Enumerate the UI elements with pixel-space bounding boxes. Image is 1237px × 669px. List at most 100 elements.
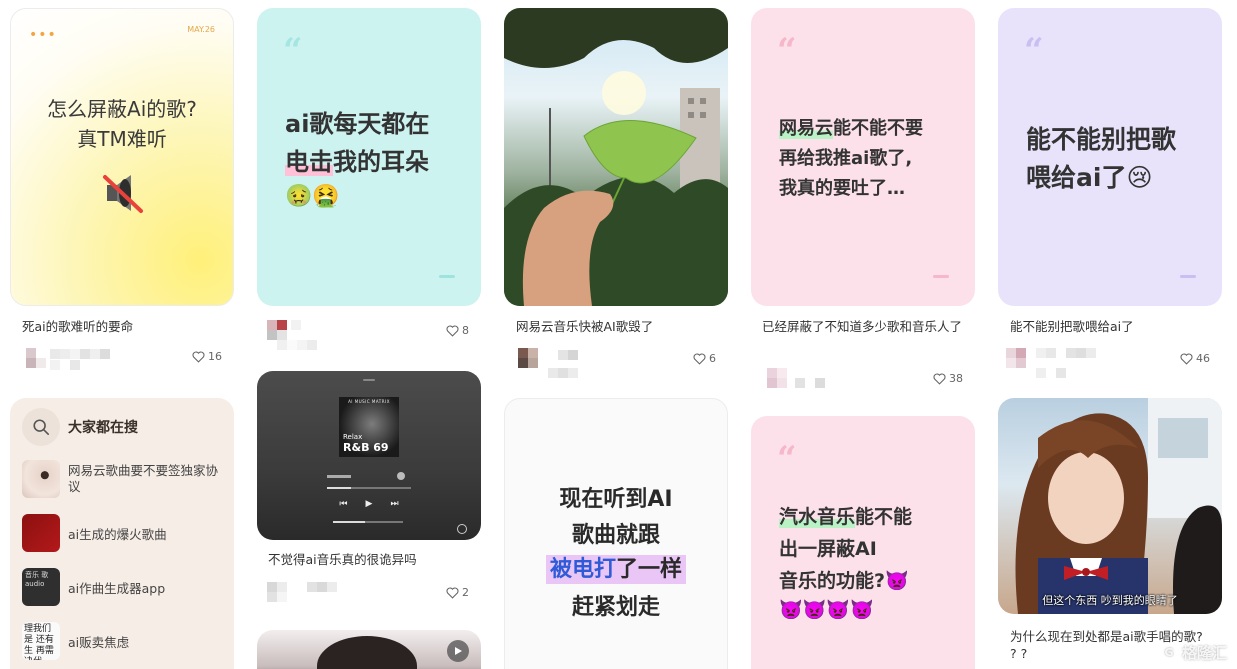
card-headline-line4: 赶紧划走	[571, 595, 660, 620]
quote-icon: “	[777, 31, 796, 71]
post-card-qishui-music[interactable]: “ 汽水音乐能不能 出一屏蔽AI 音乐的功能?👿 👿👿👿👿	[751, 416, 975, 669]
author-name[interactable]	[795, 378, 825, 388]
suggestion-thumbnail: 音乐 歌 audio	[22, 568, 60, 606]
post-card-dont-feed-ai[interactable]: “ 能不能别把歌 喂给ai了😢	[998, 8, 1222, 306]
post-card-netease-stop[interactable]: “ 网易云能不能不要 再给我推ai歌了, 我真的要吐了…	[751, 8, 975, 306]
drama-scene	[1015, 398, 1222, 614]
next-icon[interactable]: ⏭	[390, 499, 398, 509]
author-name[interactable]	[307, 582, 337, 592]
heart-icon	[693, 352, 706, 365]
card-headline-line2: 再给我推ai歌了,	[779, 148, 913, 169]
suggestion-label: 网易云歌曲要不要签独家协议	[68, 463, 219, 494]
card-headline-line1: ai歌每天都在	[285, 110, 430, 138]
search-suggestion-item[interactable]: ai生成的爆火歌曲	[22, 514, 167, 552]
card-headline-line1: 网易云能不能不要	[779, 118, 923, 139]
post-title[interactable]: 能不能别把歌喂给ai了	[1010, 318, 1134, 335]
post-card-electric-shock[interactable]: 现在听到AI 歌曲就跟 被电打了一样 赶紧划走	[504, 398, 728, 669]
angry-emoji-icon: 👿👿👿👿	[779, 599, 874, 621]
avatar[interactable]	[767, 368, 787, 388]
author-name[interactable]	[291, 320, 311, 330]
post-card-ginkgo-photo[interactable]	[504, 8, 728, 306]
like-button[interactable]: 6	[693, 352, 716, 365]
search-heading: 大家都在搜	[68, 420, 138, 436]
divider	[933, 275, 949, 278]
previous-icon[interactable]: ⏮	[339, 499, 347, 509]
card-headline-line1: 现在听到AI	[559, 487, 673, 512]
like-count: 16	[208, 350, 222, 363]
avatar[interactable]	[518, 348, 538, 368]
queue-icon[interactable]	[457, 524, 467, 534]
volume-bar[interactable]	[333, 521, 403, 523]
play-icon[interactable]: ▶	[366, 499, 373, 509]
suggestion-thumbnail: 理我们是 还有生 再需决代	[22, 622, 60, 660]
avatar[interactable]	[26, 348, 46, 368]
card-headline-line3: 音乐的功能?👿	[779, 570, 909, 592]
track-info	[327, 475, 351, 478]
like-button[interactable]: 2	[446, 586, 469, 599]
card-date: MAY.26	[187, 25, 215, 34]
like-button[interactable]: 16	[192, 350, 222, 363]
search-suggestion-item[interactable]: 理我们是 还有生 再需决代 ai贩卖焦虑	[22, 622, 129, 660]
heart-icon	[446, 324, 459, 337]
author-name-extra	[277, 340, 317, 350]
divider	[439, 275, 455, 278]
like-button[interactable]: 8	[446, 324, 469, 337]
post-card-music-player[interactable]: AI MUSIC MATRIX Relax R&B 69 ⏮ ▶ ⏭	[257, 371, 481, 540]
progress-bar[interactable]	[327, 487, 411, 489]
suggestion-label: ai生成的爆火歌曲	[68, 526, 167, 542]
search-suggestions-panel: 大家都在搜 网易云歌曲要不要签独家协议 ai生成的爆火歌曲 音乐 歌 audio…	[10, 398, 234, 669]
watermark-logo-icon: G	[1159, 643, 1178, 662]
author-name[interactable]	[1036, 348, 1096, 358]
post-card-video-portrait[interactable]	[257, 630, 481, 669]
suggestion-thumbnail	[22, 514, 60, 552]
card-headline-line2: 电击我的耳朵	[285, 148, 429, 176]
album-line1: Relax	[343, 433, 363, 441]
like-count: 6	[709, 352, 716, 365]
like-count: 38	[949, 372, 963, 385]
album-line2: R&B 69	[343, 441, 389, 454]
post-meta: 46	[1006, 348, 1222, 378]
avatar[interactable]	[267, 320, 287, 340]
post-meta: 38	[761, 368, 975, 390]
post-title[interactable]: 死ai的歌难听的要命	[22, 318, 133, 335]
author-name-extra	[1036, 368, 1066, 378]
author-name[interactable]	[50, 349, 110, 359]
mute-speaker-icon	[99, 169, 147, 217]
like-count: 2	[462, 586, 469, 599]
like-count: 8	[462, 324, 469, 337]
search-suggestion-item[interactable]: 网易云歌曲要不要签独家协议	[22, 460, 218, 498]
post-card-drama-still[interactable]: 但这个东西 吵到我的眼睛了	[998, 398, 1222, 614]
nauseated-emoji-icon: 🤢🤮	[285, 184, 340, 209]
post-card-ai-electric[interactable]: “ ai歌每天都在 电击我的耳朵 🤢🤮	[257, 8, 481, 306]
author-name-extra	[548, 368, 578, 378]
author-name[interactable]	[558, 350, 578, 360]
post-title[interactable]: 不觉得ai音乐真的很诡异吗	[268, 551, 417, 568]
post-title[interactable]: 已经屏蔽了不知道多少歌和音乐人了	[762, 318, 972, 335]
post-title[interactable]: 网易云音乐快被AI歌毁了	[516, 318, 653, 335]
card-headline-line3: 我真的要吐了…	[779, 178, 905, 199]
like-button[interactable]: 38	[933, 372, 963, 385]
author-name-extra	[50, 360, 80, 370]
video-play-icon[interactable]	[447, 640, 469, 662]
card-headline-line1: 怎么屏蔽Ai的歌?	[47, 97, 197, 121]
search-suggestion-item[interactable]: 音乐 歌 audio ai作曲生成器app	[22, 568, 165, 606]
avatar[interactable]	[1006, 348, 1026, 368]
album-cover: AI MUSIC MATRIX Relax R&B 69	[339, 397, 399, 457]
card-headline-line2: 喂给ai了😢	[1026, 163, 1153, 192]
like-count: 46	[1196, 352, 1210, 365]
search-icon[interactable]	[22, 408, 60, 446]
card-headline-line1: 能不能别把歌	[1026, 125, 1177, 154]
avatar[interactable]	[267, 582, 287, 602]
like-button[interactable]: 46	[1180, 352, 1210, 365]
card-headline-line1: 汽水音乐能不能	[779, 506, 913, 528]
post-card-block-ai-songs[interactable]: ••• MAY.26 怎么屏蔽Ai的歌? 真TM难听	[10, 8, 234, 306]
post-meta: 2	[267, 582, 481, 604]
hair-shape	[317, 636, 417, 669]
more-icon[interactable]	[397, 472, 405, 480]
watermark: G 格隆汇	[1159, 642, 1227, 663]
heart-icon	[192, 350, 205, 363]
quote-icon: “	[1024, 31, 1043, 71]
card-headline-line2: 出一屏蔽AI	[779, 538, 877, 560]
quote-icon: “	[777, 439, 796, 479]
card-headline-line2: 歌曲就跟	[571, 523, 660, 548]
